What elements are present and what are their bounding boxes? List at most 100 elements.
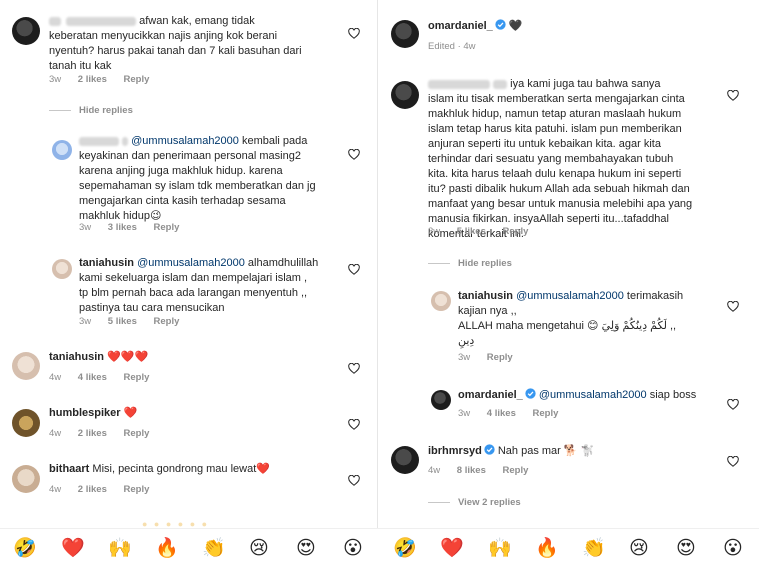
like-heart-icon[interactable] [727,399,739,410]
reply-button[interactable]: Reply [503,226,529,237]
like-heart-icon[interactable] [348,28,360,39]
like-heart-icon[interactable] [348,149,360,160]
reply-button[interactable]: Reply [154,222,180,233]
reply-button[interactable]: Reply [154,316,180,327]
like-heart-icon[interactable] [348,419,360,430]
crying-emoji-button[interactable]: 😢 [629,537,649,559]
comment-meta: 4w 2 likes Reply [49,428,163,439]
username-link[interactable]: taniahusin [49,351,104,363]
hearts-emoji: ❤️❤️❤️ [107,351,149,363]
comment-line: afwan kak, emang tidak [139,15,255,27]
raising-hands-emoji-button[interactable]: 🙌 [108,537,132,559]
reply-button[interactable]: Reply [533,408,559,419]
comment-line: Misi, pecinta gondrong mau lewat [92,463,257,475]
comment-meta: 3w 4 likes Reply [458,408,572,419]
like-heart-icon[interactable] [727,456,739,467]
mention-link[interactable]: @ummusalamah2000 [516,290,624,302]
username-link[interactable]: humblespiker [49,407,121,419]
like-heart-icon[interactable] [727,90,739,101]
avatar[interactable] [52,140,72,160]
comment-time: 3w [458,408,471,419]
comment-line: kami sekeluarga islam dan mempelajari is… [79,272,308,284]
comment-meta: 3w Reply [458,352,527,363]
rofl-emoji-button[interactable]: 🤣 [13,537,37,559]
like-count[interactable]: 2 likes [78,484,107,495]
surprised-emoji-button[interactable]: 😮 [723,537,743,559]
avatar[interactable] [12,17,40,45]
comment-line: sepemahaman sy islam tdk memberatkan dan… [79,180,316,192]
like-count[interactable]: 2 likes [78,74,107,85]
username-link[interactable]: ibrhmrsyd [428,445,482,457]
hide-replies-button[interactable]: Hide replies [49,105,133,116]
clapping-emoji-button[interactable]: 👏 [202,537,226,559]
like-heart-icon[interactable] [727,301,739,312]
username-link[interactable]: omardaniel_ [458,389,523,401]
fire-emoji-button[interactable]: 🔥 [535,537,559,559]
mention-link[interactable]: @ummusalamah2000 [137,257,245,269]
crying-emoji-button[interactable]: 😢 [249,537,269,559]
heart-eyes-emoji-button[interactable]: 😍 [296,537,316,559]
left-comments-panel: afwan kak, emang tidak keberatan menyuci… [0,0,378,528]
avatar[interactable] [391,81,419,109]
view-replies-button[interactable]: View 2 replies [428,497,521,508]
reply-button[interactable]: Reply [124,428,150,439]
black-heart-emoji: 🖤 [508,20,523,32]
comment-line: terhindar dari sesuatu yang membahayakan… [428,153,674,165]
comment-line: siap boss [649,389,697,401]
username-link[interactable]: taniahusin [79,257,134,269]
reply-button[interactable]: Reply [503,465,529,476]
avatar[interactable] [52,259,72,279]
reply-button[interactable]: Reply [124,74,150,85]
rofl-emoji-button[interactable]: 🤣 [393,537,417,559]
like-heart-icon[interactable] [348,264,360,275]
like-count[interactable]: 2 likes [78,428,107,439]
like-heart-icon[interactable] [348,475,360,486]
comment-line: keberatan menyucikkan najis anjing kok b… [49,30,278,42]
mention-link[interactable]: @ummusalamah2000 [539,389,647,401]
edited-time: Edited · 4w [428,41,476,52]
avatar[interactable] [431,291,451,311]
heart-emoji-button[interactable]: ❤️ [440,537,464,559]
like-count[interactable]: 5 likes [108,316,137,327]
reply-button[interactable]: Reply [487,352,513,363]
raising-hands-emoji-button[interactable]: 🙌 [488,537,512,559]
comment-line: islam tetap harus kita patuhi. islam pun… [428,123,682,135]
view-replies-label: View 2 replies [458,497,521,508]
heart-eyes-emoji-button[interactable]: 😍 [676,537,696,559]
reply-button[interactable]: Reply [124,484,150,495]
reply-button[interactable]: Reply [124,372,150,383]
comment-text: omardaniel_ @ummusalamah2000 siap boss [458,388,723,403]
hide-replies-button[interactable]: Hide replies [428,258,512,269]
like-count[interactable]: 4 likes [487,408,516,419]
surprised-emoji-button[interactable]: 😮 [343,537,363,559]
avatar[interactable] [12,352,40,380]
hide-replies-label: Hide replies [458,258,512,269]
like-count[interactable]: 3 likes [108,222,137,233]
like-count[interactable]: 8 likes [457,465,486,476]
like-count[interactable]: 4 likes [78,372,107,383]
smile-emoji: 😊 [587,320,599,332]
divider-line [428,263,450,264]
avatar[interactable] [12,409,40,437]
mention-link[interactable]: @ummusalamah2000 [131,135,239,147]
username-link[interactable]: taniahusin [458,290,513,302]
divider-line [428,502,450,503]
comment-line: itu? pasti dibalik hukum Allah ada sebua… [428,183,690,195]
like-count[interactable]: 5 likes [457,226,486,237]
username-link[interactable]: omardaniel_ [428,20,493,32]
fire-emoji-button[interactable]: 🔥 [155,537,179,559]
avatar[interactable] [391,20,419,48]
comment-line: nyentuh? harus pakai tanah dan 7 kali ba… [49,45,302,57]
like-heart-icon[interactable] [348,363,360,374]
clapping-emoji-button[interactable]: 👏 [582,537,606,559]
comment-line: kita. kita harus telaah dulu kenapa huku… [428,168,682,180]
comment-text: taniahusin @ummusalamah2000 terimakasih … [458,289,723,349]
avatar[interactable] [391,446,419,474]
avatar[interactable] [12,465,40,493]
username-link[interactable]: bithaart [49,463,89,475]
avatar[interactable] [431,390,451,410]
comment-line: manusia fikirkan. insyaAllah seperti itu… [428,213,669,225]
heart-emoji-button[interactable]: ❤️ [61,537,85,559]
comment-meta: 4w 2 likes Reply [49,484,163,495]
comment-time: 4w [49,372,62,383]
